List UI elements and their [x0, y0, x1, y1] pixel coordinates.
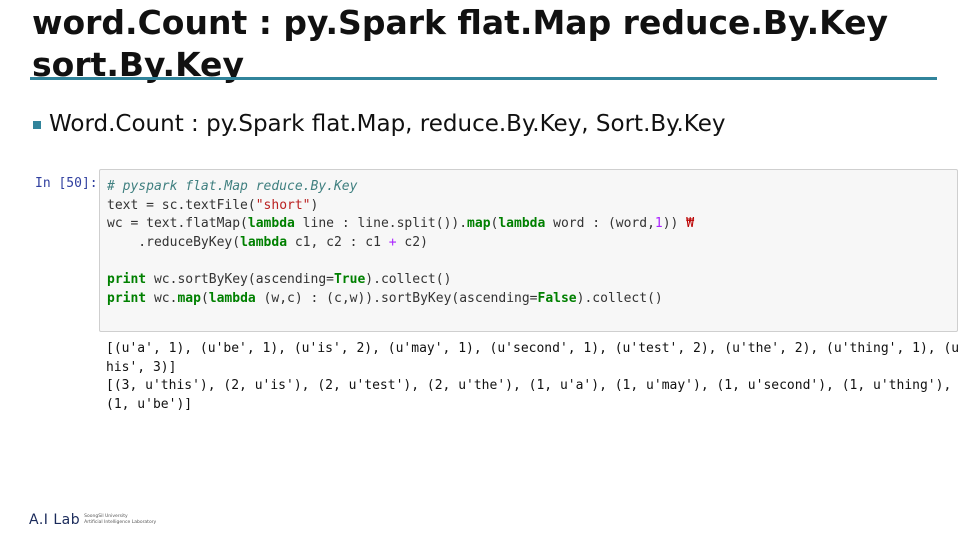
- code-token: lambda: [208, 290, 256, 306]
- code-line: print wc.map(lambda (w,c) : (c,w)).sortB…: [107, 290, 694, 309]
- code-token: (: [200, 290, 209, 306]
- logo-subtitle: SoongSil University Artificial Intellige…: [84, 514, 156, 526]
- code-token: map: [467, 216, 491, 232]
- code-token: ).collect(): [576, 290, 663, 306]
- bullet-text: Word.Count : py.Spark flat.Map, reduce.B…: [49, 111, 726, 137]
- code-line: .reduceByKey(lambda c1, c2 : c1 + c2): [107, 234, 694, 253]
- code-token: word : (word,: [545, 216, 655, 232]
- code-line: # pyspark flat.Map reduce.By.Key: [107, 178, 694, 197]
- code-token: wc.sortByKey(ascending=: [146, 271, 334, 287]
- logo-subtitle-line2: Artificial Intelligence Laboratory: [84, 520, 157, 525]
- code-token: lambda: [247, 216, 295, 232]
- logo-text: A.I Lab: [29, 512, 81, 528]
- code-token: map: [177, 290, 201, 306]
- code-cell-input[interactable]: # pyspark flat.Map reduce.By.Key text = s…: [99, 169, 958, 332]
- code-token: print: [107, 290, 147, 306]
- code-token: ).collect(): [365, 271, 452, 287]
- square-bullet-icon: [33, 121, 41, 129]
- code-token: lambda: [498, 216, 546, 232]
- code-token: c1, c2 : c1: [287, 234, 389, 250]
- code-token: c2): [396, 234, 428, 250]
- code-block[interactable]: # pyspark flat.Map reduce.By.Key text = s…: [107, 178, 694, 308]
- code-token: True: [333, 271, 366, 287]
- code-line: wc = text.flatMap(lambda line : line.spl…: [107, 215, 694, 234]
- slide-title: word.Count : py.Spark flat.Map reduce.By…: [32, 2, 932, 86]
- code-token: .reduceByKey(: [107, 234, 241, 250]
- code-token: ₩: [686, 216, 695, 232]
- code-token: 1: [654, 216, 663, 232]
- code-token: False: [537, 290, 577, 306]
- code-token: text = sc.textFile(: [107, 197, 256, 213]
- cell-prompt: In [50]:: [35, 176, 98, 191]
- code-token: wc = text.flatMap(: [107, 216, 248, 232]
- output-line: his', 3)]: [106, 359, 177, 375]
- bullet-item: Word.Count : py.Spark flat.Map, reduce.B…: [33, 108, 726, 140]
- title-divider: [30, 77, 937, 80]
- code-token: +: [388, 234, 397, 250]
- code-token: wc.: [146, 290, 178, 306]
- code-token: )): [662, 216, 687, 232]
- code-token: print: [107, 271, 147, 287]
- code-token: line : line.split()).: [294, 216, 468, 232]
- output-line: (1, u'be')]: [106, 396, 193, 412]
- code-line: print wc.sortByKey(ascending=True).colle…: [107, 271, 694, 290]
- code-token: lambda: [240, 234, 288, 250]
- code-token: ): [310, 197, 319, 213]
- cell-output: [(u'a', 1), (u'be', 1), (u'is', 2), (u'm…: [106, 340, 960, 414]
- ai-lab-logo: A.I Lab SoongSil University Artificial I…: [29, 512, 156, 528]
- code-token: "short": [255, 197, 311, 213]
- slide-title-line1: word.Count : py.Spark flat.Map reduce.By…: [32, 3, 888, 42]
- output-line: [(3, u'this'), (2, u'is'), (2, u'test'),…: [106, 378, 952, 394]
- code-token: # pyspark flat.Map reduce.By.Key: [107, 179, 358, 194]
- code-token: (w,c) : (c,w)).sortByKey(ascending=: [255, 290, 538, 306]
- output-line: [(u'a', 1), (u'be', 1), (u'is', 2), (u'm…: [106, 341, 960, 356]
- code-line: text = sc.textFile("short"): [107, 197, 694, 216]
